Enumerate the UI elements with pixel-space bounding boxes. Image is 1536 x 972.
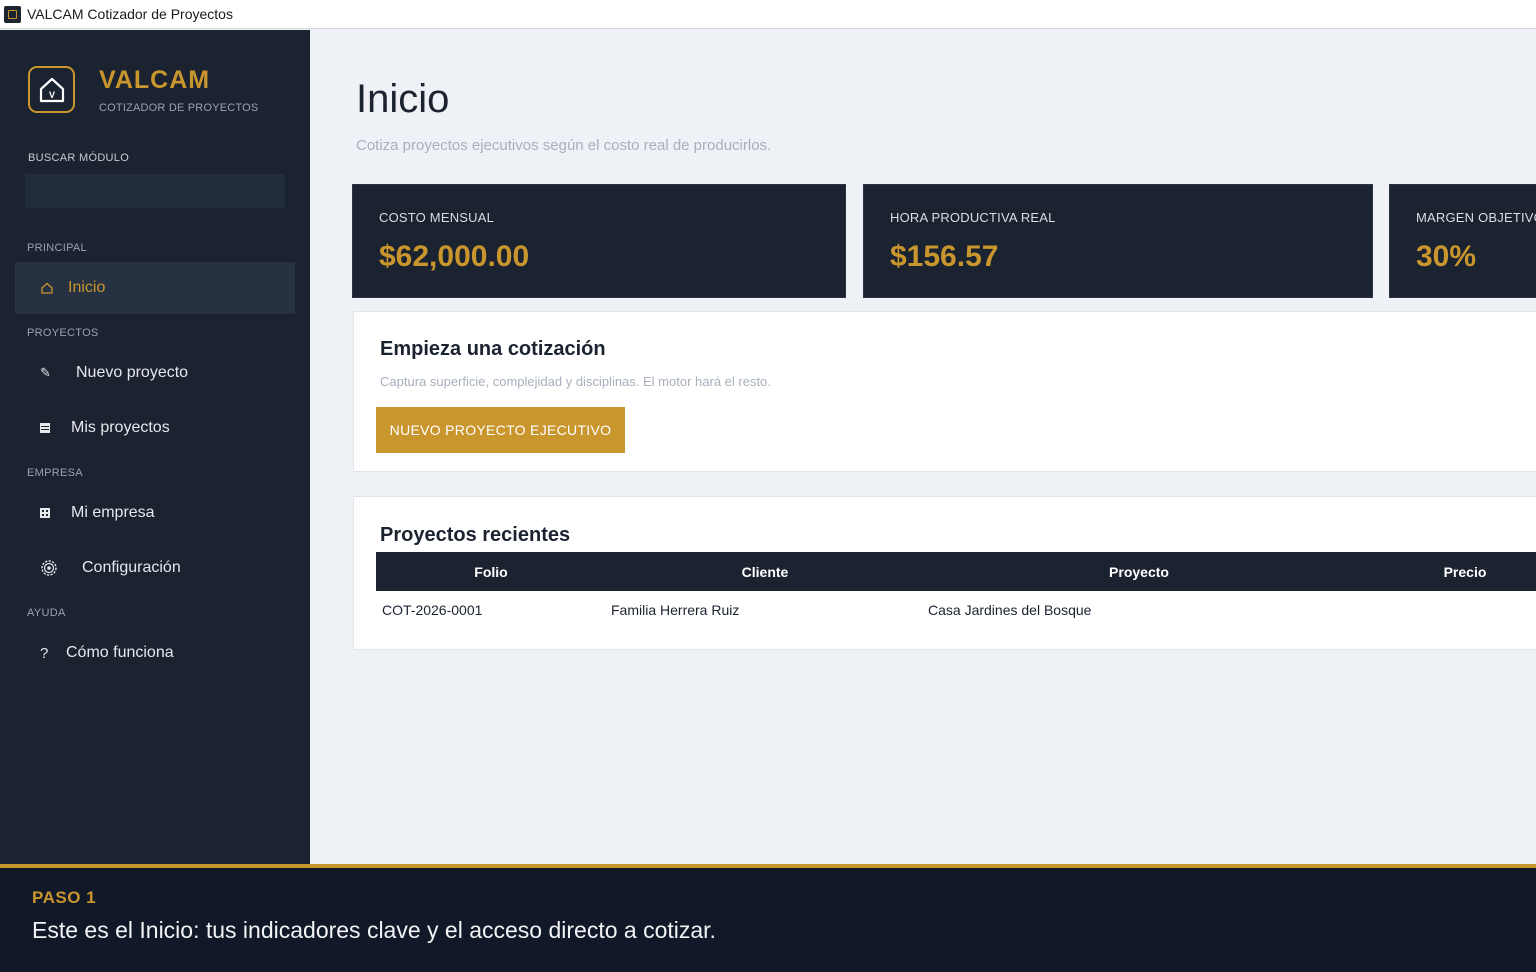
kpi-card-costo-mensual: COSTO MENSUAL $62,000.00 bbox=[352, 184, 846, 298]
building-icon bbox=[40, 508, 67, 518]
sidebar-item-label: Configuración bbox=[82, 559, 181, 576]
recent-projects-title: Proyectos recientes bbox=[380, 524, 571, 546]
kpi-card-hora-productiva: HORA PRODUCTIVA REAL $156.57 bbox=[863, 184, 1373, 298]
column-header-proyecto[interactable]: Proyecto bbox=[924, 552, 1354, 591]
module-search-input[interactable] bbox=[25, 174, 285, 208]
gear-icon bbox=[40, 559, 78, 577]
column-header-cliente[interactable]: Cliente bbox=[606, 552, 924, 591]
pencil-icon: ✎ bbox=[40, 365, 51, 380]
cell-proyecto: Casa Jardines del Bosque bbox=[928, 602, 1092, 618]
column-header-precio[interactable]: Precio bbox=[1354, 552, 1536, 591]
table-header-row: Folio Cliente Proyecto Precio bbox=[376, 552, 1536, 591]
cell-precio bbox=[1354, 591, 1536, 629]
page-subtitle: Cotiza proyectos ejecutivos según el cos… bbox=[356, 137, 772, 154]
house-logo-icon: V bbox=[28, 66, 75, 113]
kpi-card-margen-objetivo: MARGEN OBJETIVO 30% bbox=[1389, 184, 1536, 298]
sidebar-item-label: Inicio bbox=[68, 279, 106, 296]
kpi-label: COSTO MENSUAL bbox=[379, 210, 495, 225]
kpi-value: $156.57 bbox=[890, 240, 999, 273]
section-label-proyectos: PROYECTOS bbox=[27, 327, 99, 339]
search-label: BUSCAR MÓDULO bbox=[28, 152, 130, 164]
window-title-bar: VALCAM Cotizador de Proyectos bbox=[0, 0, 1536, 29]
quote-card-description: Captura superficie, complejidad y discip… bbox=[380, 374, 771, 389]
sidebar-item-inicio[interactable]: Inicio bbox=[15, 262, 295, 314]
kpi-value: 30% bbox=[1416, 240, 1477, 273]
recent-projects-card: Proyectos recientes Folio Cliente Proyec… bbox=[353, 496, 1536, 650]
tutorial-step-bar: PASO 1 Este es el Inicio: tus indicadore… bbox=[0, 864, 1536, 972]
section-label-ayuda: AYUDA bbox=[27, 607, 66, 619]
table-row[interactable]: COT-2026-0001 Familia Herrera Ruiz Casa … bbox=[376, 591, 1536, 629]
sidebar-item-nuevo-proyecto[interactable]: ✎ Nuevo proyecto bbox=[15, 347, 295, 399]
kpi-label: HORA PRODUCTIVA REAL bbox=[890, 210, 1056, 225]
list-icon bbox=[40, 423, 67, 433]
sidebar: V VALCAM COTIZADOR DE PROYECTOS BUSCAR M… bbox=[0, 30, 310, 864]
new-executive-project-button[interactable]: NUEVO PROYECTO EJECUTIVO bbox=[376, 407, 625, 453]
brand-name: VALCAM bbox=[99, 66, 211, 94]
sidebar-item-label: Mi empresa bbox=[71, 504, 155, 521]
brand: V VALCAM COTIZADOR DE PROYECTOS bbox=[28, 66, 258, 114]
step-text: Este es el Inicio: tus indicadores clave… bbox=[32, 917, 716, 943]
svg-text:V: V bbox=[48, 90, 54, 100]
brand-subtitle: COTIZADOR DE PROYECTOS bbox=[99, 102, 259, 114]
window-title: VALCAM Cotizador de Proyectos bbox=[27, 6, 233, 22]
sidebar-item-label: Mis proyectos bbox=[71, 419, 170, 436]
cell-cliente: Familia Herrera Ruiz bbox=[611, 602, 740, 618]
section-label-principal: PRINCIPAL bbox=[27, 242, 87, 254]
quote-card-title: Empieza una cotización bbox=[380, 338, 606, 360]
sidebar-item-como-funciona[interactable]: ? Cómo funciona bbox=[15, 627, 295, 679]
app-icon bbox=[4, 5, 21, 23]
question-icon: ? bbox=[40, 644, 49, 662]
kpi-value: $62,000.00 bbox=[379, 240, 530, 273]
sidebar-item-mi-empresa[interactable]: Mi empresa bbox=[15, 487, 295, 539]
column-header-folio[interactable]: Folio bbox=[376, 552, 606, 591]
sidebar-item-label: Nuevo proyecto bbox=[76, 364, 189, 381]
sidebar-item-mis-proyectos[interactable]: Mis proyectos bbox=[15, 402, 295, 454]
cell-folio: COT-2026-0001 bbox=[382, 602, 483, 618]
page-title: Inicio bbox=[356, 77, 450, 121]
sidebar-item-label: Cómo funciona bbox=[66, 644, 174, 661]
home-icon bbox=[40, 281, 64, 295]
recent-projects-table: Folio Cliente Proyecto Precio COT-2026-0… bbox=[376, 552, 1536, 629]
quote-card: Empieza una cotización Captura superfici… bbox=[353, 311, 1536, 472]
kpi-label: MARGEN OBJETIVO bbox=[1416, 210, 1536, 225]
sidebar-item-configuracion[interactable]: Configuración bbox=[15, 542, 295, 594]
section-label-empresa: EMPRESA bbox=[27, 467, 83, 479]
step-label: PASO 1 bbox=[32, 888, 97, 907]
main-content: Inicio Cotiza proyectos ejecutivos según… bbox=[310, 30, 1536, 864]
